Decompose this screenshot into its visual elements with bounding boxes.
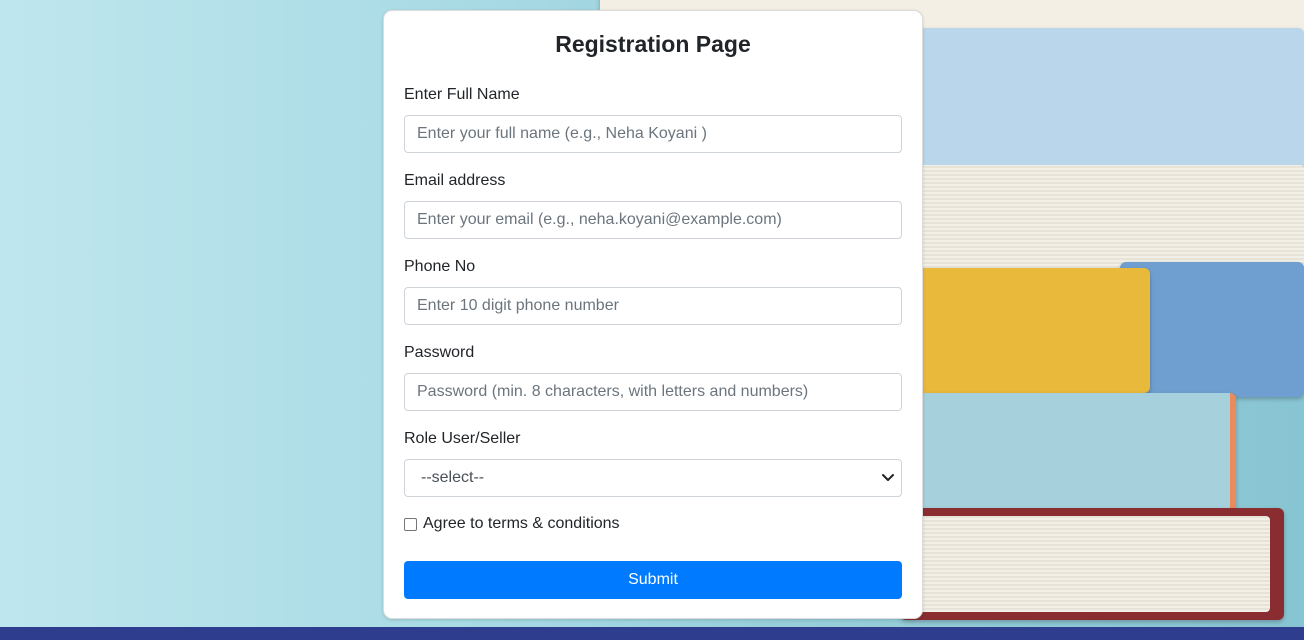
full-name-input[interactable] xyxy=(404,115,902,153)
role-select[interactable]: --select-- xyxy=(404,459,902,497)
role-select-value: --select-- xyxy=(421,469,485,486)
password-label: Password xyxy=(404,344,475,361)
terms-label[interactable]: Agree to terms & conditions xyxy=(423,515,620,533)
registration-card: Registration Page Enter Full Name Email … xyxy=(383,10,923,619)
role-label: Role User/Seller xyxy=(404,430,521,447)
phone-label: Phone No xyxy=(404,258,476,275)
full-name-label: Enter Full Name xyxy=(404,86,520,103)
submit-button[interactable]: Submit xyxy=(404,561,902,599)
footer-bar xyxy=(0,627,1304,640)
email-input[interactable] xyxy=(404,201,902,239)
password-input[interactable] xyxy=(404,373,902,411)
terms-checkbox[interactable] xyxy=(404,518,417,531)
book-teal xyxy=(900,393,1236,511)
book-yellow xyxy=(900,268,1150,393)
chevron-down-icon xyxy=(881,469,895,487)
book-pages-white xyxy=(900,165,1304,270)
email-label: Email address xyxy=(404,172,506,189)
book-pages-maroon xyxy=(900,516,1270,612)
phone-input[interactable] xyxy=(404,287,902,325)
page-title: Registration Page xyxy=(555,31,751,57)
